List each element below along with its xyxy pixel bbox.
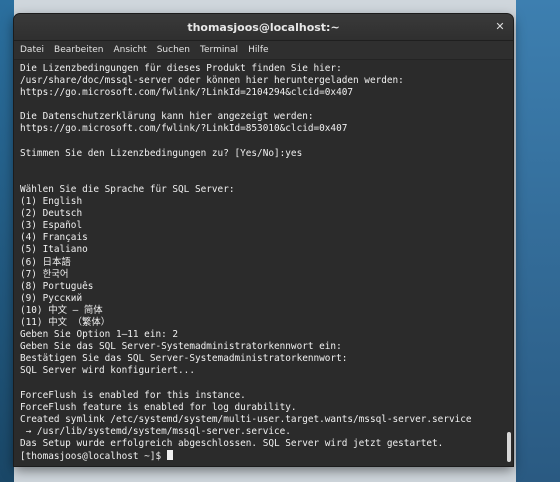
terminal-line: (2) Deutsch — [20, 208, 83, 220]
terminal-line: (4) Français — [20, 232, 88, 244]
terminal-line: (1) English — [20, 196, 83, 208]
terminal-line: Bestätigen Sie das SQL Server-Systemadmi… — [20, 353, 348, 365]
terminal-line: (7) 한국어 — [20, 268, 69, 280]
menu-terminal[interactable]: Terminal — [200, 45, 238, 55]
terminal-line: Die Lizenzbedingungen für dieses Produkt… — [20, 63, 342, 74]
terminal-line: → /usr/lib/systemd/system/mssql-server.s… — [25, 425, 291, 437]
terminal-output: Die Lizenzbedingungen für dieses Produkt… — [20, 63, 513, 463]
shell-prompt: [thomasjoos@localhost ~]$ — [20, 451, 167, 462]
terminal-line: (9) Русский — [20, 292, 83, 304]
text-cursor — [166, 450, 173, 460]
menu-suchen[interactable]: Suchen — [157, 45, 190, 55]
scrollbar-thumb[interactable] — [507, 432, 511, 462]
terminal-line: Created symlink /etc/systemd/system/mult… — [20, 413, 472, 425]
menu-datei[interactable]: Datei — [20, 45, 44, 55]
terminal-line: Wählen Sie die Sprache für SQL Server: — [20, 183, 235, 195]
terminal-line: Das Setup wurde erfolgreich abgeschlosse… — [20, 437, 444, 449]
menu-bar: Datei Bearbeiten Ansicht Suchen Terminal… — [14, 41, 513, 60]
terminal-line: ForceFlush is enabled for this instance. — [20, 389, 246, 401]
terminal-output-area[interactable]: Die Lizenzbedingungen für dieses Produkt… — [14, 60, 513, 466]
menu-ansicht[interactable]: Ansicht — [113, 45, 146, 55]
window-title: thomasjoos@localhost:~ — [187, 20, 340, 34]
menu-bearbeiten[interactable]: Bearbeiten — [54, 45, 103, 55]
terminal-line: https://go.microsoft.com/fwlink/?LinkId=… — [20, 87, 354, 99]
scrollbar[interactable] — [505, 64, 511, 462]
terminal-line: (11) 中文 （繁体） — [20, 316, 111, 328]
terminal-line: (8) Português — [20, 280, 94, 292]
terminal-line: (6) 日本語 — [20, 256, 71, 268]
terminal-line: (5) Italiano — [20, 244, 88, 256]
terminal-line: SQL Server wird konfiguriert... — [20, 365, 195, 377]
terminal-line: Geben Sie Option 1–11 ein: 2 — [20, 329, 179, 341]
terminal-lines: Die Lizenzbedingungen für dieses Produkt… — [20, 63, 472, 449]
terminal-line: Die Datenschutzerklärung kann hier angez… — [20, 111, 314, 123]
terminal-line: Geben Sie das SQL Server-Systemadministr… — [20, 341, 342, 353]
terminal-line: (10) 中文 – 简体 — [20, 304, 103, 316]
terminal-line: (3) Español — [20, 220, 83, 232]
terminal-line: /usr/share/doc/mssql-server oder können … — [20, 75, 404, 87]
title-bar: thomasjoos@localhost:~ ✕ — [14, 14, 513, 41]
terminal-window: thomasjoos@localhost:~ ✕ Datei Bearbeite… — [14, 14, 513, 466]
terminal-line: ForceFlush feature is enabled for log du… — [20, 401, 297, 413]
desktop-background-right — [516, 0, 560, 482]
terminal-line: https://go.microsoft.com/fwlink/?LinkId=… — [20, 123, 348, 135]
desktop-background-left — [0, 0, 14, 482]
menu-hilfe[interactable]: Hilfe — [248, 45, 268, 55]
terminal-line: Stimmen Sie den Lizenzbedingungen zu? [Y… — [20, 147, 303, 159]
close-icon[interactable]: ✕ — [493, 20, 507, 34]
